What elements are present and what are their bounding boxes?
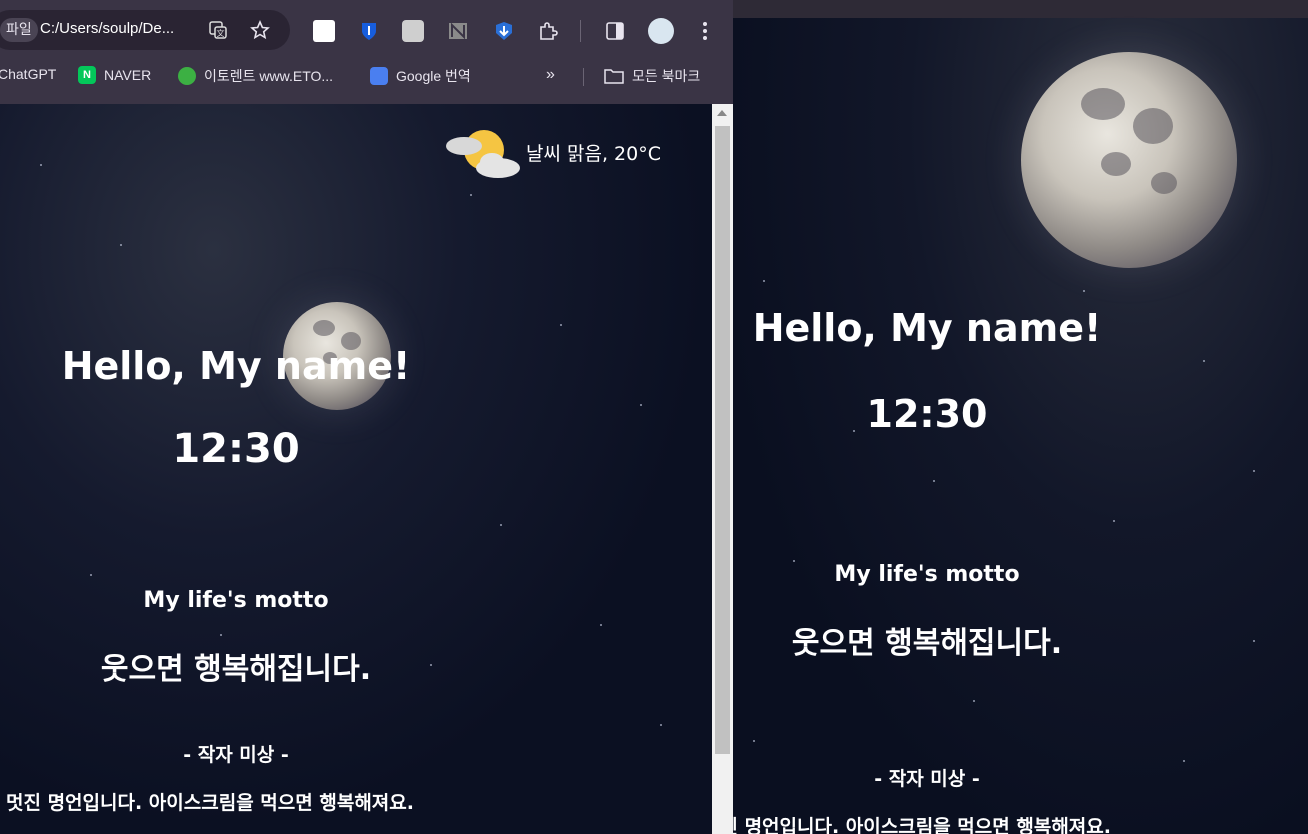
folder-icon — [604, 69, 624, 84]
bookmark-chatgpt[interactable]: ChatGPT — [0, 66, 56, 82]
kebab-menu-icon[interactable] — [694, 20, 716, 42]
bookmark-etorrent[interactable]: 이토렌트 www.ETO... — [178, 66, 333, 86]
motto-comment: 멋진 명언입니다. 아이스크림을 먹으면 행복해져요. — [733, 816, 1111, 834]
star-bookmark-icon[interactable] — [250, 20, 270, 40]
motto-comment: 멋진 명언입니다. 아이스크림을 먹으면 행복해져요. — [6, 792, 414, 814]
greeting-heading: Hello, My name! — [752, 306, 1102, 350]
right-window-tabstrip — [733, 0, 1308, 18]
scroll-up-arrow-icon[interactable] — [717, 110, 727, 116]
bookmark-google-translate[interactable]: Google 번역 — [370, 66, 471, 86]
motto-label: My life's motto — [834, 562, 1020, 587]
hand-extension-icon[interactable] — [402, 20, 424, 42]
download-extension-icon[interactable] — [493, 20, 515, 42]
bookmarks-bar: ChatGPT N NAVER 이토렌트 www.ETO... Google 번… — [0, 56, 733, 96]
profile-avatar[interactable] — [648, 18, 674, 44]
all-bookmarks-label: 모든 북마크 — [632, 68, 701, 84]
motto-text: 웃으면 행복해집니다. — [791, 626, 1063, 661]
toolbar-divider — [580, 20, 581, 42]
svg-text:文: 文 — [217, 28, 225, 38]
motto-author: - 작자 미상 - — [183, 744, 289, 766]
vertical-scrollbar[interactable] — [712, 104, 733, 834]
etorrent-icon — [178, 67, 196, 85]
extension-n-icon[interactable] — [313, 20, 335, 42]
motto-label: My life's motto — [143, 588, 329, 613]
bookmark-naver[interactable]: N NAVER — [78, 66, 151, 84]
clock-time: 12:30 — [866, 392, 988, 436]
bookmarks-overflow-button[interactable]: » — [546, 66, 555, 84]
browser-toolbar: 파일 C:/Users/soulp/De... 文 ChatGPT N NAVE… — [0, 0, 733, 104]
moon-image — [1021, 52, 1237, 268]
naver-icon: N — [78, 66, 96, 84]
right-browser-window: Hello, My name! 12:30 My life's motto 웃으… — [733, 0, 1308, 834]
google-translate-icon — [370, 67, 388, 85]
side-panel-icon[interactable] — [604, 20, 626, 42]
translate-icon[interactable]: 文 — [208, 20, 228, 40]
weather-widget: 날씨 맑음, 20°C — [444, 124, 661, 180]
bookmark-divider — [583, 68, 584, 86]
puzzle-extensions-icon[interactable] — [537, 20, 559, 42]
bookmark-label: Google 번역 — [396, 68, 471, 84]
clock-time: 12:30 — [172, 426, 300, 472]
partly-cloudy-icon — [446, 130, 520, 178]
bookmark-label: NAVER — [104, 67, 152, 83]
left-page-content: 날씨 맑음, 20°C Hello, My name! 12:30 My lif… — [0, 104, 712, 834]
address-bar[interactable]: 파일 C:/Users/soulp/De... 文 — [0, 10, 290, 50]
weather-text: 날씨 맑음, 20°C — [526, 142, 661, 165]
bookmark-label: 이토렌트 www.ETO... — [204, 68, 334, 84]
bookmark-label: ChatGPT — [0, 66, 57, 82]
file-scheme-chip: 파일 — [0, 18, 38, 42]
all-bookmarks-button[interactable]: 모든 북마크 — [604, 66, 700, 86]
motto-text: 웃으면 행복해집니다. — [100, 652, 372, 687]
url-text[interactable]: C:/Users/soulp/De... — [40, 20, 174, 37]
bitwarden-shield-icon[interactable] — [358, 20, 380, 42]
scrollbar-thumb[interactable] — [715, 126, 730, 754]
motto-author: - 작자 미상 - — [874, 768, 980, 790]
left-browser-window: 파일 C:/Users/soulp/De... 文 ChatGPT N NAVE… — [0, 0, 733, 834]
n-logo-extension-icon[interactable] — [447, 20, 469, 42]
greeting-heading: Hello, My name! — [61, 344, 411, 388]
